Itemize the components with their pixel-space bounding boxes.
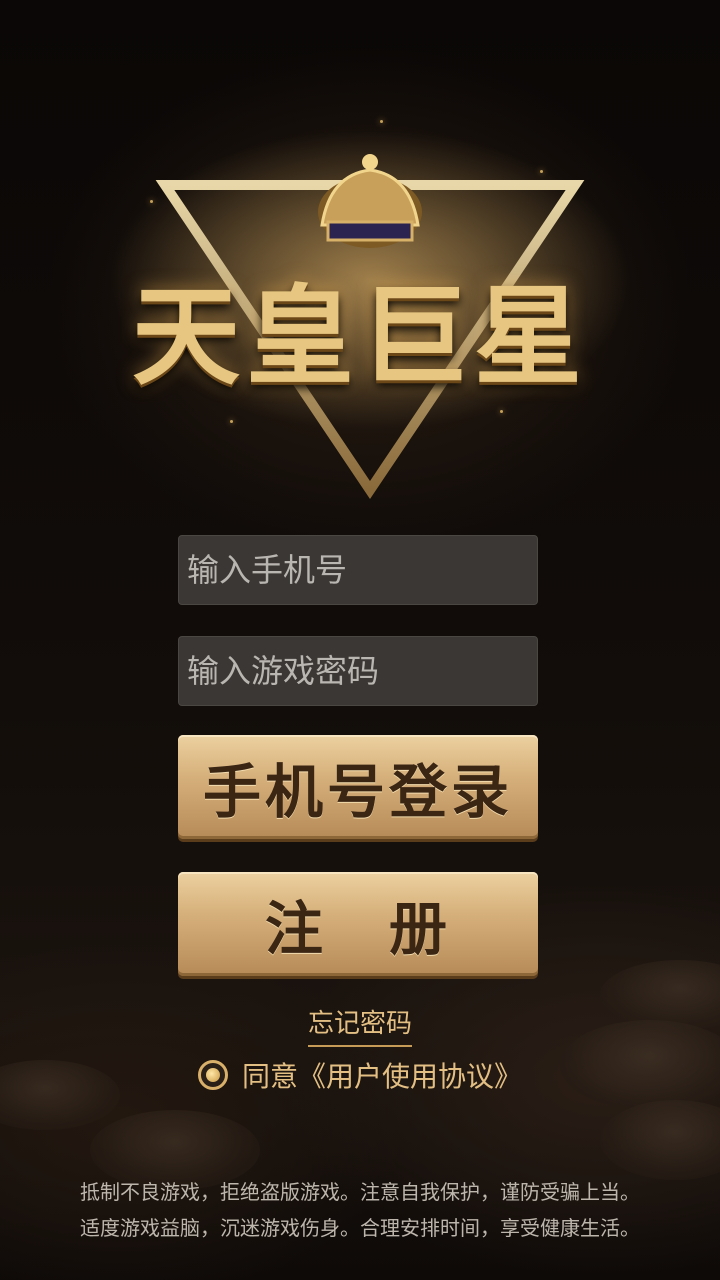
- forgot-password-row: 忘记密码: [0, 1003, 720, 1047]
- radio-checked-icon: [205, 1068, 220, 1082]
- password-field: [178, 636, 538, 706]
- phone-login-button[interactable]: 手机号登录: [178, 735, 538, 839]
- sparkle-decoration: [150, 200, 153, 203]
- poker-chip-decoration: [600, 1100, 720, 1180]
- sparkle-decoration: [230, 420, 233, 423]
- agreement-row: 同意《用户使用协议》: [0, 1055, 720, 1095]
- logo-title: 天皇巨星: [131, 275, 588, 400]
- register-button[interactable]: 注 册: [178, 872, 538, 976]
- password-input[interactable]: [179, 637, 537, 705]
- health-notice-line-2: 适度游戏益脑，沉迷游戏伤身。合理安排时间，享受健康生活。: [80, 1216, 640, 1240]
- sparkle-decoration: [380, 120, 383, 123]
- forgot-password-link[interactable]: 忘记密码: [307, 1009, 412, 1047]
- agreement-radio[interactable]: [197, 1060, 228, 1090]
- agreement-link[interactable]: 同意《用户使用协议》: [242, 1055, 522, 1095]
- sparkle-decoration: [500, 410, 503, 413]
- health-notice-line-1: 抵制不良游戏，拒绝盗版游戏。注意自我保护，谨防受骗上当。: [80, 1180, 640, 1204]
- phone-input[interactable]: [179, 536, 537, 604]
- phone-field: [178, 535, 538, 605]
- login-screen: 天皇巨星 手机号登录 注 册 忘记密码 同意《用户使用协议》 抵制不良游戏，拒绝…: [0, 0, 720, 1280]
- sparkle-decoration: [540, 170, 543, 173]
